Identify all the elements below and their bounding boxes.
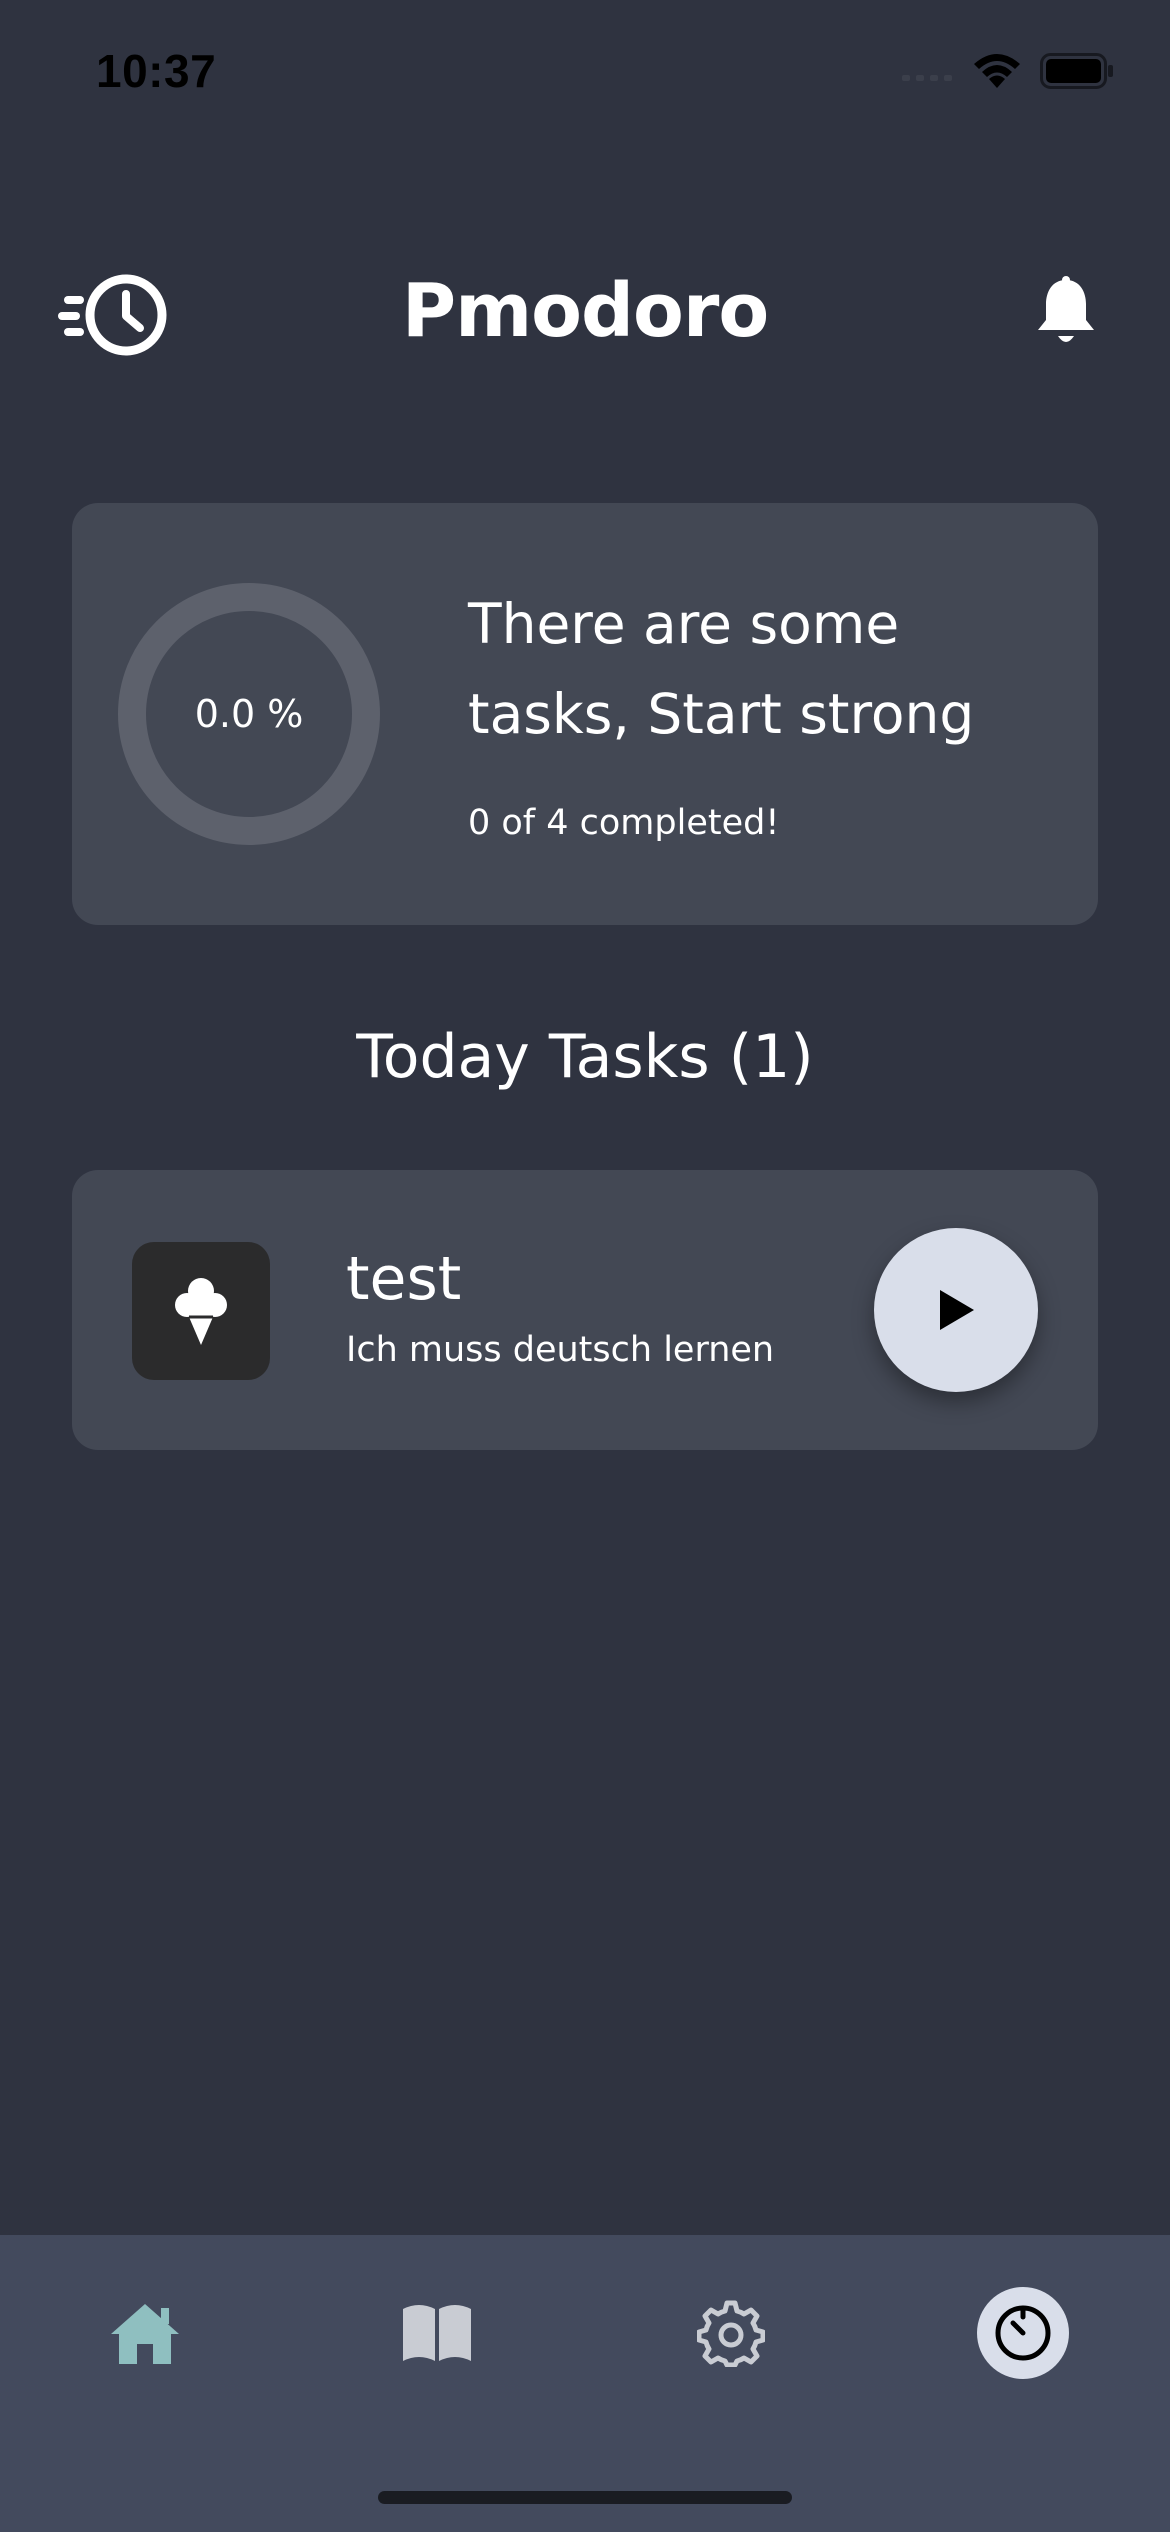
play-button[interactable] [874,1228,1038,1392]
app-header: Pmodoro [0,250,1170,380]
summary-heading: There are some tasks, Start strong [468,592,975,746]
timer-button-background [977,2287,1069,2379]
task-icon-container [132,1242,270,1380]
progress-summary-card: 0.0 % There are some tasks, Start strong… [72,503,1098,925]
app-title: Pmodoro [401,268,769,354]
book-icon [403,2305,471,2361]
task-title: test [346,1244,462,1314]
timer-icon [995,2305,1051,2361]
wifi-icon [974,54,1020,88]
progress-percentage: 0.0 % [194,692,304,736]
nav-library[interactable] [387,2283,487,2383]
nav-settings[interactable] [681,2283,781,2383]
nav-timer[interactable] [973,2283,1073,2383]
status-time: 10:37 [96,45,217,97]
status-indicators [902,52,1114,90]
home-indicator[interactable] [378,2491,792,2504]
bottom-navigation [0,2235,1170,2532]
gear-icon [697,2300,765,2367]
status-bar: 10:37 [0,0,1170,150]
task-card[interactable]: test Ich muss deutsch lernen [72,1170,1098,1450]
nav-home[interactable] [95,2283,195,2383]
home-icon [111,2304,179,2364]
battery-icon [1040,53,1113,89]
task-description: Ich muss deutsch lernen [346,1330,775,1370]
completed-count: 0 of 4 completed! [468,803,780,843]
cellular-signal-icon [902,75,952,81]
ice-cream-icon [175,1278,227,1345]
today-tasks-title: Today Tasks (1) [356,1022,814,1092]
play-icon [940,1290,974,1330]
bell-icon[interactable] [1034,276,1098,348]
